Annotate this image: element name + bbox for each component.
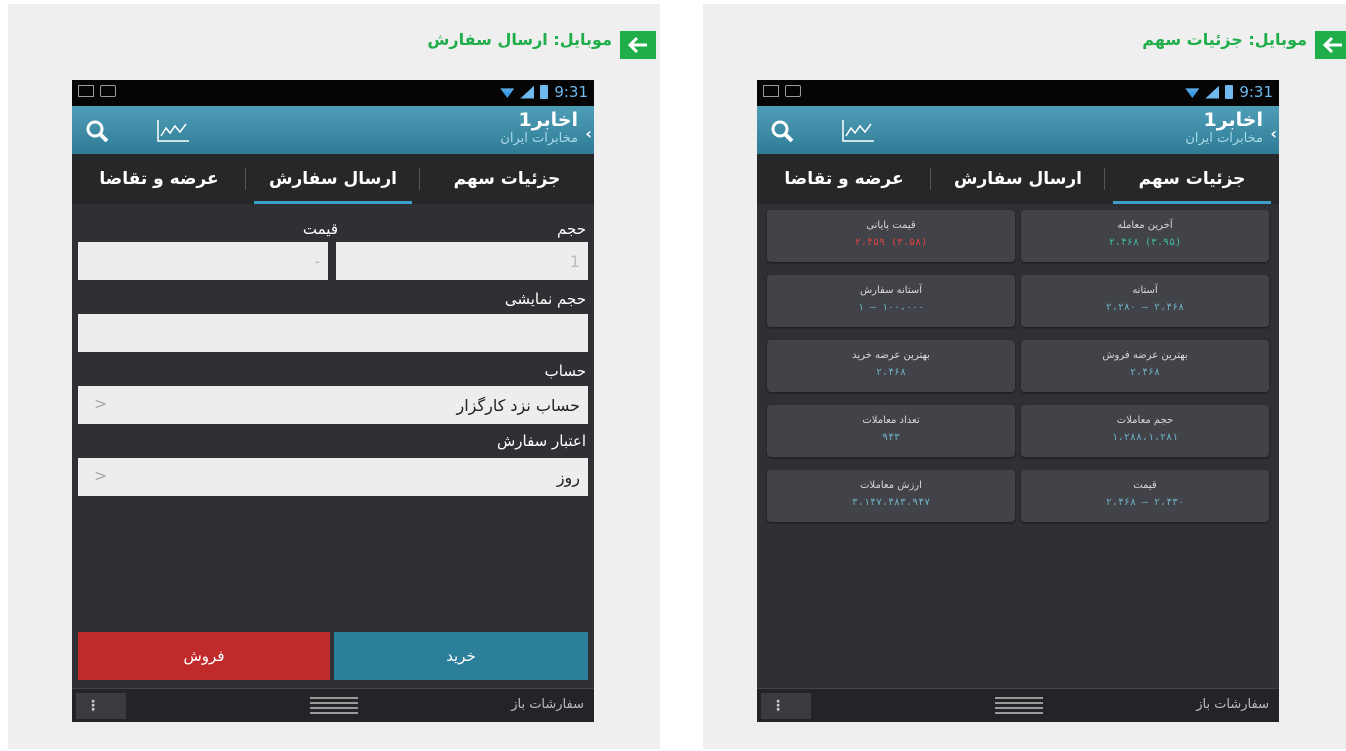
chart-icon[interactable] <box>841 120 875 142</box>
sell-button[interactable]: فروش <box>78 632 330 680</box>
stock-name: مخابرات ایران <box>1185 131 1263 146</box>
phone-screen: 9:31 اخابر1 مخابرات ایران ‹ جزئیات سهم ا… <box>72 80 594 722</box>
wifi-icon <box>500 88 515 98</box>
detail-label: بهترین عرضه فروش <box>1102 350 1188 361</box>
order-panel: موبایل: ارسال سفارش 9:31 اخابر1 مخابرات … <box>8 4 660 749</box>
chevron-left-icon[interactable]: ‹ <box>585 124 592 143</box>
bottom-bar: ⋮ سفارشات باز <box>72 688 594 722</box>
tab-supply-demand[interactable]: عرضه و تقاضا <box>72 154 246 204</box>
display-volume-input[interactable] <box>78 314 588 352</box>
tab-send-order[interactable]: ارسال سفارش <box>931 154 1105 204</box>
panel-title: موبایل: جزئیات سهم <box>1142 30 1307 49</box>
detail-card: قیمت پایانی ۲،۴۵۹ (۳.۵۸) <box>767 210 1015 262</box>
back-arrow-icon[interactable] <box>1315 31 1346 59</box>
search-icon[interactable] <box>84 118 110 144</box>
detail-card: حجم معاملات ۱،۲۸۸،۱،۲۸۱ <box>1021 405 1269 457</box>
buy-button[interactable]: خرید <box>334 632 588 680</box>
status-bar: 9:31 <box>757 80 1279 106</box>
detail-value: ۲،۴۶۸ – ۲،۴۳۰ <box>1105 497 1185 508</box>
stock-title[interactable]: اخابر1 مخابرات ایران <box>1185 109 1263 147</box>
detail-card: قیمت ۲،۴۶۸ – ۲،۴۳۰ <box>1021 470 1269 522</box>
status-bar: 9:31 <box>72 80 594 106</box>
detail-label: آخرین معامله <box>1117 220 1173 231</box>
price-input[interactable]: - <box>78 242 328 280</box>
details-panel: موبایل: جزئیات سهم 9:31 اخابر1 مخابرات ا… <box>703 4 1346 749</box>
battery-icon <box>1225 85 1234 99</box>
tab-stock-details[interactable]: جزئیات سهم <box>420 154 594 204</box>
detail-card: بهترین عرضه فروش ۲،۴۶۸ <box>1021 340 1269 392</box>
display-volume-label: حجم نمایشی <box>504 290 586 308</box>
tab-bar: جزئیات سهم ارسال سفارش عرضه و تقاضا <box>72 154 594 204</box>
account-value: حساب نزد کارگزار <box>456 395 580 415</box>
signal-icon <box>1205 85 1220 99</box>
signal-icon <box>520 85 535 99</box>
chevron-left-icon: < <box>94 466 108 485</box>
tab-bar: جزئیات سهم ارسال سفارش عرضه و تقاضا <box>757 154 1279 204</box>
detail-value: ۲،۲۸۰ – ۲،۴۶۸ <box>1105 302 1185 313</box>
wifi-icon <box>1185 88 1200 98</box>
validity-value: روز <box>556 467 580 487</box>
battery-icon <box>540 85 549 99</box>
detail-card: آخرین معامله ۲،۴۶۸ (۳.۹۵) <box>1021 210 1269 262</box>
detail-card: بهترین عرضه خرید ۲،۴۶۸ <box>767 340 1015 392</box>
detail-value: ۲،۴۶۸ <box>875 367 907 378</box>
open-orders-link[interactable]: سفارشات باز <box>511 697 584 712</box>
detail-value: ۱،۲۸۸،۱،۲۸۱ <box>1111 432 1179 443</box>
panel-title: موبایل: ارسال سفارش <box>427 30 612 49</box>
detail-label: حجم معاملات <box>1116 415 1174 426</box>
volume-label: حجم <box>557 220 586 238</box>
status-time: 9:31 <box>554 83 588 101</box>
detail-card: آستانه ۲،۲۸۰ – ۲،۴۶۸ <box>1021 275 1269 327</box>
detail-card: تعداد معاملات ۹۴۳ <box>767 405 1015 457</box>
sd-card-icon <box>100 85 116 97</box>
image-icon <box>763 85 779 97</box>
detail-value: ۱ – ۱۰۰،۰۰۰ <box>857 302 925 313</box>
tab-supply-demand[interactable]: عرضه و تقاضا <box>757 154 931 204</box>
app-bar: اخابر1 مخابرات ایران ‹ <box>757 106 1279 154</box>
volume-input[interactable]: 1 <box>336 242 588 280</box>
detail-label: تعداد معاملات <box>862 415 920 426</box>
overflow-menu-icon[interactable]: ⋮ <box>761 693 811 719</box>
stock-title[interactable]: اخابر1 مخابرات ایران <box>500 109 578 147</box>
search-icon[interactable] <box>769 118 795 144</box>
detail-value: ۲،۴۶۸ <box>1129 367 1161 378</box>
back-arrow-icon[interactable] <box>620 31 656 59</box>
bottom-bar: ⋮ سفارشات باز <box>757 688 1279 722</box>
detail-value: ۲،۴۶۸ (۳.۹۵) <box>1108 237 1182 248</box>
detail-card: آستانه سفارش ۱ – ۱۰۰،۰۰۰ <box>767 275 1015 327</box>
tab-send-order[interactable]: ارسال سفارش <box>246 154 420 204</box>
price-label: قیمت <box>302 220 338 238</box>
validity-select[interactable]: روز < <box>78 458 588 496</box>
detail-label: قیمت <box>1133 480 1157 491</box>
account-label: حساب <box>544 362 586 380</box>
chart-icon[interactable] <box>156 120 190 142</box>
detail-label: بهترین عرضه خرید <box>852 350 930 361</box>
drawer-handle-icon[interactable] <box>310 697 358 715</box>
account-select[interactable]: حساب نزد کارگزار < <box>78 386 588 424</box>
detail-value: ۹۴۳ <box>881 432 901 443</box>
detail-value: ۳،۱۴۷،۴۸۳،۹۴۷ <box>851 497 931 508</box>
status-time: 9:31 <box>1239 83 1273 101</box>
stock-name: مخابرات ایران <box>500 131 578 146</box>
tab-stock-details[interactable]: جزئیات سهم <box>1105 154 1279 204</box>
drawer-handle-icon[interactable] <box>995 697 1043 715</box>
validity-label: اعتبار سفارش <box>496 432 586 450</box>
overflow-menu-icon[interactable]: ⋮ <box>76 693 126 719</box>
detail-card: ارزش معاملات ۳،۱۴۷،۴۸۳،۹۴۷ <box>767 470 1015 522</box>
sd-card-icon <box>785 85 801 97</box>
detail-label: ارزش معاملات <box>860 480 922 491</box>
image-icon <box>78 85 94 97</box>
open-orders-link[interactable]: سفارشات باز <box>1196 697 1269 712</box>
details-grid-area: آخرین معامله ۲،۴۶۸ (۳.۹۵) قیمت پایانی ۲،۴۵۹… <box>757 204 1279 722</box>
phone-screen: 9:31 اخابر1 مخابرات ایران ‹ جزئیات سهم ا… <box>757 80 1279 722</box>
detail-value: ۲،۴۵۹ (۳.۵۸) <box>854 237 928 248</box>
detail-label: قیمت پایانی <box>866 220 916 231</box>
chevron-left-icon: < <box>94 394 108 413</box>
app-bar: اخابر1 مخابرات ایران ‹ <box>72 106 594 154</box>
detail-label: آستانه <box>1132 285 1158 296</box>
detail-label: آستانه سفارش <box>859 285 923 296</box>
stock-symbol: اخابر1 <box>1203 109 1263 131</box>
chevron-left-icon[interactable]: ‹ <box>1270 124 1277 143</box>
stock-symbol: اخابر1 <box>518 109 578 131</box>
